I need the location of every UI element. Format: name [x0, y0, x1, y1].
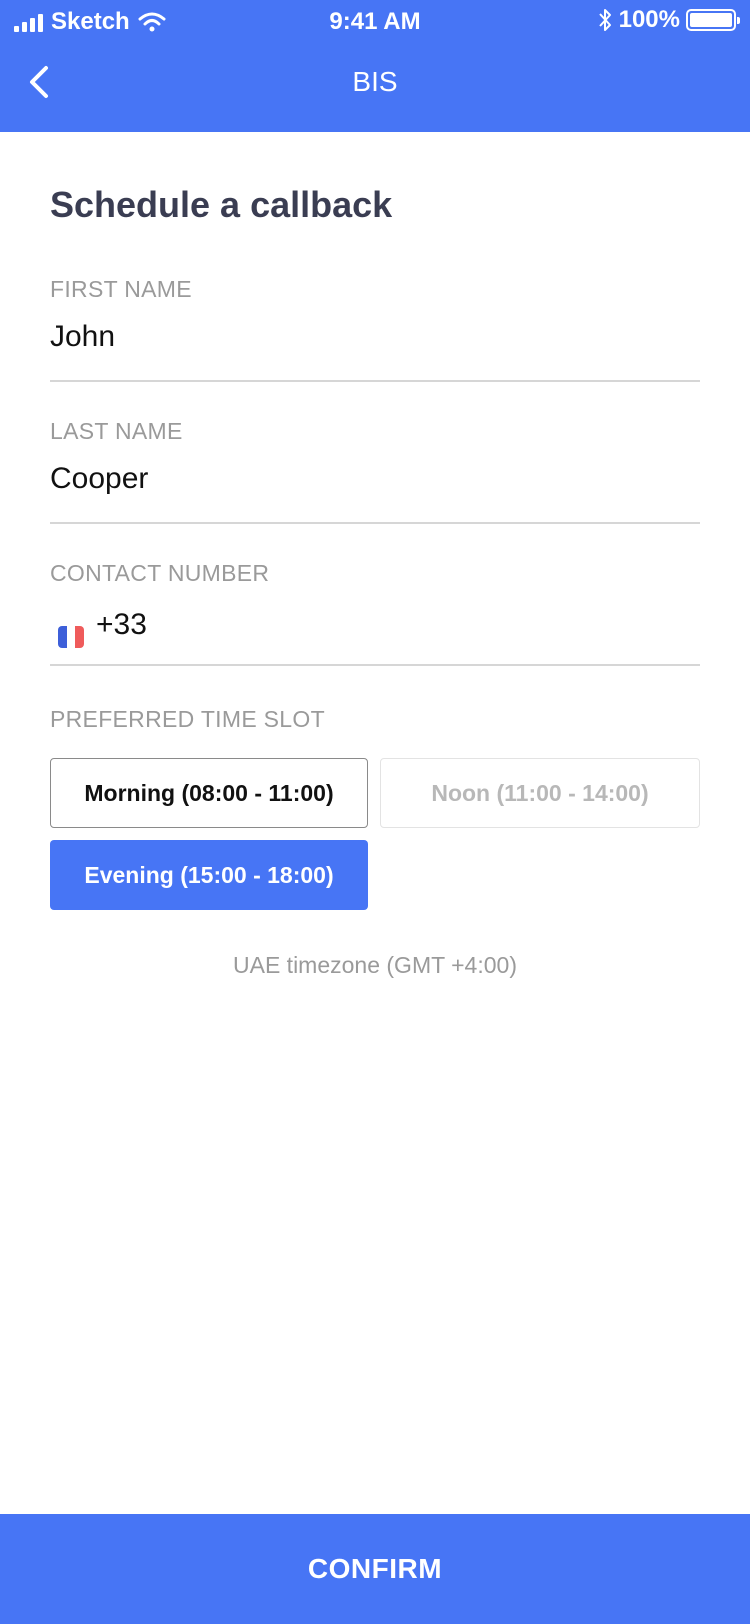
- first-name-label: FIRST NAME: [50, 276, 192, 302]
- status-right: 100%: [597, 6, 740, 34]
- nav-title: BIS: [352, 66, 398, 97]
- battery-percent: 100%: [618, 6, 680, 33]
- confirm-button[interactable]: CONFIRM: [0, 1514, 750, 1624]
- time-slot-section: PREFERRED TIME SLOT: [50, 706, 700, 733]
- first-name-underline: [50, 380, 700, 382]
- contact-number-field[interactable]: CONTACT NUMBER +33: [50, 560, 700, 670]
- contact-number-underline: [50, 664, 700, 666]
- last-name-underline: [50, 522, 700, 524]
- last-name-label: LAST NAME: [50, 418, 183, 444]
- time-slot-morning[interactable]: Morning (08:00 - 11:00): [50, 758, 368, 828]
- timezone-note: UAE timezone (GMT +4:00): [233, 952, 517, 978]
- time-slot-evening[interactable]: Evening (15:00 - 18:00): [50, 840, 368, 910]
- status-bar: Sketch 9:41 AM 100%: [0, 0, 750, 44]
- time-slot-noon[interactable]: Noon (11:00 - 14:00): [380, 758, 700, 828]
- page-title: Schedule a callback: [50, 184, 393, 225]
- last-name-field[interactable]: LAST NAME Cooper: [50, 418, 700, 528]
- time-slot-label: PREFERRED TIME SLOT: [50, 706, 325, 732]
- contact-number-label: CONTACT NUMBER: [50, 560, 270, 586]
- battery-icon: [686, 9, 740, 31]
- contact-number-input[interactable]: +33: [96, 608, 147, 642]
- app-header: Sketch 9:41 AM 100% BIS: [0, 0, 750, 132]
- first-name-input[interactable]: John: [50, 320, 115, 354]
- france-flag-icon[interactable]: [58, 626, 84, 648]
- bluetooth-icon: [598, 9, 611, 31]
- last-name-input[interactable]: Cooper: [50, 462, 148, 496]
